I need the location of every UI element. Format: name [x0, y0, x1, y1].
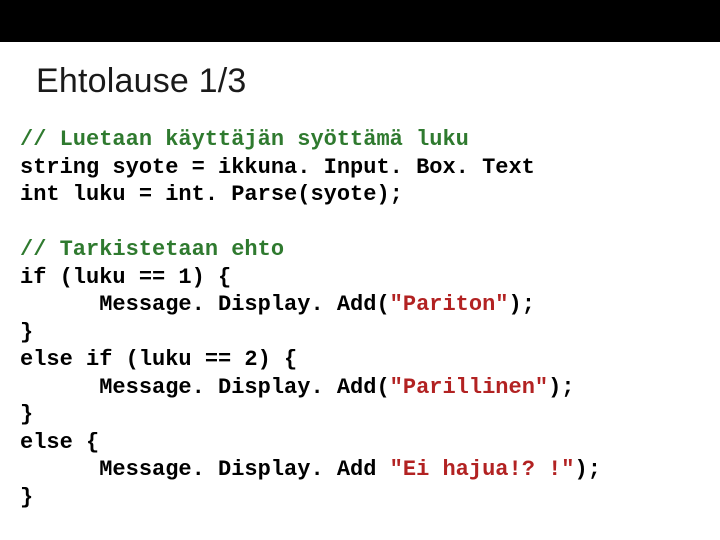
- slide: Ehtolause 1/3 // Luetaan käyttäjän syött…: [0, 0, 720, 540]
- code-line-2: string syote = ikkuna. Input. Box. Text: [20, 155, 535, 180]
- code-line-8: else if (luku == 2) {: [20, 347, 297, 372]
- code-line-12b: );: [575, 457, 601, 482]
- code-line-5: if (luku == 1) {: [20, 265, 231, 290]
- code-line-12a: Message. Display. Add: [20, 457, 390, 482]
- code-line-3: int luku = int. Parse(syote);: [20, 182, 403, 207]
- code-comment-2: // Tarkistetaan ehto: [20, 237, 284, 262]
- top-bar: [0, 0, 720, 42]
- code-line-10: }: [20, 402, 33, 427]
- slide-title: Ehtolause 1/3: [36, 62, 247, 101]
- code-string-2: "Parillinen": [390, 375, 548, 400]
- code-line-13: }: [20, 485, 33, 510]
- code-line-11: else {: [20, 430, 99, 455]
- code-line-9b: );: [548, 375, 574, 400]
- code-block: // Luetaan käyttäjän syöttämä luku strin…: [20, 126, 696, 511]
- code-comment-1: // Luetaan käyttäjän syöttämä luku: [20, 127, 469, 152]
- code-line-7: }: [20, 320, 33, 345]
- code-line-6a: Message. Display. Add(: [20, 292, 390, 317]
- code-line-6b: );: [509, 292, 535, 317]
- code-string-1: "Pariton": [390, 292, 509, 317]
- code-line-9a: Message. Display. Add(: [20, 375, 390, 400]
- code-string-3: "Ei hajua!? !": [390, 457, 575, 482]
